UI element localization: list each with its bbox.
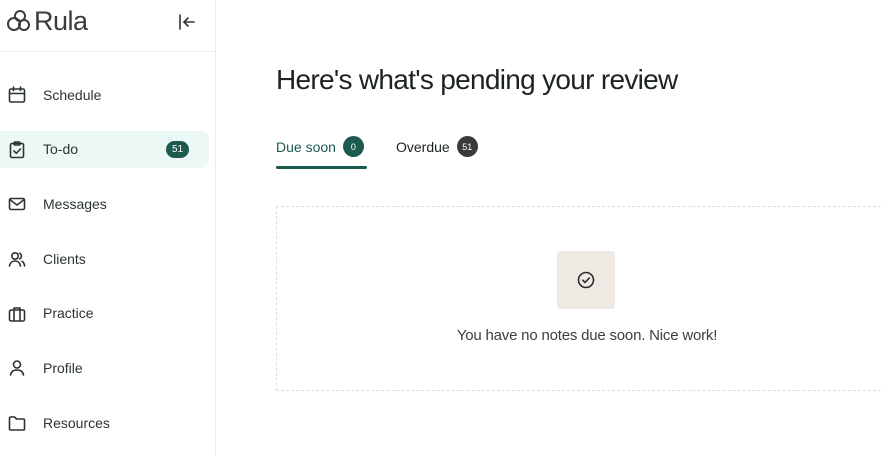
sidebar-item-label: Practice	[43, 305, 94, 322]
empty-state-panel: You have no notes due soon. Nice work!	[276, 206, 881, 391]
sidebar-item-practice[interactable]: Practice	[0, 295, 209, 332]
logo-text: Rula	[34, 5, 88, 36]
tab-overdue[interactable]: Overdue 51	[396, 136, 491, 170]
collapse-left-icon	[179, 14, 195, 30]
active-tab-indicator	[276, 166, 367, 169]
logo-mark-icon	[7, 10, 30, 31]
due-soon-count-badge: 0	[342, 136, 364, 157]
clipboard-check-icon	[9, 140, 25, 158]
tab-label: Due soon	[276, 139, 336, 155]
sidebar-item-clients[interactable]: Clients	[0, 240, 209, 277]
briefcase-icon	[8, 306, 26, 322]
sidebar-item-to-do[interactable]: To-do 51	[0, 130, 209, 168]
users-icon	[8, 252, 26, 267]
rula-logo[interactable]: Rula	[5, 6, 88, 36]
page-title: Here's what's pending your review	[276, 64, 678, 95]
empty-state-message: You have no notes due soon. Nice work!	[456, 327, 718, 344]
sidebar-item-resources[interactable]: Resources	[0, 404, 209, 441]
tab-due-soon[interactable]: Due soon 0	[276, 136, 367, 170]
user-icon	[9, 360, 25, 377]
collapse-sidebar-button[interactable]	[174, 10, 198, 34]
empty-state-icon-tile	[557, 251, 615, 309]
sidebar-item-label: To-do	[43, 141, 79, 158]
main-content: Here's what's pending your review Due so…	[217, 0, 881, 456]
sidebar-item-label: Schedule	[43, 86, 102, 103]
sidebar-nav: Schedule To-do 51 Messages Clients Pract…	[0, 76, 216, 459]
calendar-icon	[8, 86, 26, 103]
folder-icon	[8, 416, 26, 431]
sidebar-item-label: Clients	[43, 250, 86, 267]
tab-label: Overdue	[396, 139, 450, 155]
brand-header: Rula	[0, 0, 216, 52]
sidebar-item-label: Profile	[43, 359, 83, 376]
sidebar-item-label: Messages	[43, 195, 107, 212]
todo-count-badge: 51	[166, 140, 190, 158]
sidebar-item-messages[interactable]: Messages	[0, 185, 209, 222]
sidebar: Rula Schedule To-do 51 Messages Clients …	[0, 0, 216, 456]
overdue-count-badge: 51	[456, 136, 478, 157]
sidebar-item-profile[interactable]: Profile	[0, 349, 209, 386]
sidebar-item-label: Resources	[43, 414, 110, 431]
sidebar-item-schedule[interactable]: Schedule	[0, 76, 209, 113]
check-circle-icon	[577, 271, 595, 289]
mail-icon	[8, 198, 26, 211]
